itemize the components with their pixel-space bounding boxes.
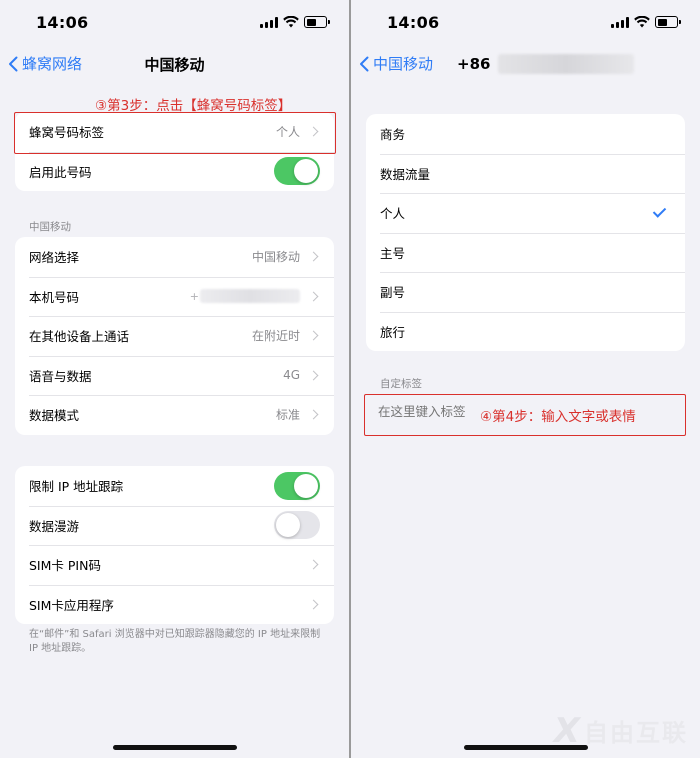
- page-title: +86: [457, 54, 635, 74]
- section-header: 自定标签: [380, 378, 422, 390]
- network-selection-row[interactable]: 网络选择 中国移动: [15, 237, 334, 277]
- wifi-icon: [634, 16, 650, 28]
- wifi-icon: [283, 16, 299, 28]
- number-blur: [200, 289, 300, 304]
- sim-applications-row[interactable]: SIM卡应用程序: [15, 584, 334, 625]
- chevron-right-icon: [308, 599, 319, 610]
- sim-pin-row[interactable]: SIM卡 PIN码: [15, 545, 334, 585]
- phone-number-blur: [498, 54, 635, 74]
- option-travel[interactable]: 旅行: [366, 311, 685, 352]
- enable-number-row: 启用此号码: [15, 151, 334, 192]
- annotation-box-step3: [14, 112, 336, 154]
- limit-ip-tracking-toggle[interactable]: [274, 471, 320, 500]
- home-indicator: [112, 745, 237, 750]
- row-value: +: [189, 289, 199, 303]
- chevron-right-icon: [308, 559, 319, 570]
- limit-ip-tracking-row: 限制 IP 地址跟踪: [15, 466, 334, 506]
- page-title: 中国移动: [144, 56, 205, 74]
- option-label: 主号: [380, 245, 406, 261]
- carrier-group: 网络选择 中国移动 本机号码 + 在其他设备上通话 在附近时 语音与数据 4G …: [15, 237, 334, 435]
- label-options-group: 商务 数据流量 个人 主号 副号 旅行: [366, 114, 685, 351]
- signal-icon: [611, 16, 629, 28]
- status-time: 14:06: [387, 13, 440, 32]
- option-personal[interactable]: 个人: [366, 193, 685, 233]
- status-bar: 14:06: [0, 0, 349, 44]
- status-icons: [611, 16, 681, 28]
- annotation-step3: ③第3步：点击【蜂窝号码标签】: [95, 98, 292, 114]
- chevron-right-icon: [308, 330, 319, 341]
- chevron-right-icon: [308, 370, 319, 381]
- data-roaming-row: 数据漫游: [15, 505, 334, 546]
- chevron-left-icon: [360, 56, 369, 71]
- chevron-right-icon: [308, 409, 319, 420]
- option-business[interactable]: 商务: [366, 114, 685, 154]
- option-label: 数据流量: [380, 166, 431, 182]
- row-value: 4G: [283, 368, 300, 383]
- option-label: 商务: [380, 127, 406, 143]
- annotation-step4: ④第4步：输入文字或表情: [480, 409, 636, 425]
- option-data[interactable]: 数据流量: [366, 153, 685, 194]
- enable-number-toggle[interactable]: [274, 157, 320, 186]
- row-label: SIM卡 PIN码: [29, 558, 101, 574]
- row-value: 在附近时: [251, 329, 300, 344]
- row-label: SIM卡应用程序: [29, 597, 114, 613]
- option-secondary[interactable]: 副号: [366, 272, 685, 312]
- watermark-text: 自由互联: [584, 719, 688, 747]
- row-label: 限制 IP 地址跟踪: [29, 479, 124, 495]
- voice-data-row[interactable]: 语音与数据 4G: [15, 355, 334, 396]
- phone-prefix: +86: [457, 55, 491, 73]
- data-mode-row[interactable]: 数据模式 标准: [15, 395, 334, 435]
- footnote: 在“邮件”和 Safari 浏览器中对已知跟踪器隐藏您的 IP 地址来限制 IP…: [29, 629, 321, 654]
- row-label: 数据模式: [29, 408, 80, 424]
- nav-bar: 蜂窝网络 中国移动: [0, 44, 349, 84]
- my-number-row[interactable]: 本机号码 +: [15, 276, 334, 317]
- chevron-right-icon: [308, 291, 319, 302]
- section-header: 中国移动: [29, 221, 71, 233]
- status-icons: [260, 16, 330, 28]
- calls-other-devices-row[interactable]: 在其他设备上通话 在附近时: [15, 316, 334, 356]
- battery-icon: [304, 16, 330, 28]
- back-label: 中国移动: [373, 55, 434, 73]
- option-label: 旅行: [380, 324, 406, 340]
- row-label: 数据漫游: [29, 518, 80, 534]
- option-label: 副号: [380, 285, 406, 301]
- battery-icon: [655, 16, 681, 28]
- chevron-right-icon: [308, 251, 319, 262]
- data-roaming-toggle[interactable]: [274, 511, 320, 540]
- row-label: 语音与数据: [29, 368, 92, 384]
- row-value: 标准: [275, 408, 300, 423]
- status-time: 14:06: [36, 13, 89, 32]
- row-label: 启用此号码: [29, 164, 92, 180]
- row-label: 在其他设备上通话: [29, 329, 130, 345]
- back-button[interactable]: 中国移动: [359, 53, 433, 74]
- right-screen: 14:06 中国移动 +86 商务 数据流量 个人 主号 副号 旅行 自定标签 …: [351, 0, 700, 758]
- row-value: 中国移动: [251, 250, 300, 265]
- privacy-group: 限制 IP 地址跟踪 数据漫游 SIM卡 PIN码 SIM卡应用程序: [15, 466, 334, 624]
- option-label: 个人: [380, 206, 406, 222]
- option-primary[interactable]: 主号: [366, 232, 685, 273]
- signal-icon: [260, 16, 278, 28]
- nav-bar: 中国移动 +86: [351, 44, 700, 84]
- row-label: 本机号码: [29, 289, 80, 305]
- row-label: 网络选择: [29, 250, 80, 266]
- watermark-logo-icon: X: [553, 710, 580, 751]
- status-bar: 14:06: [351, 0, 700, 44]
- watermark: X 自由互联: [554, 713, 688, 748]
